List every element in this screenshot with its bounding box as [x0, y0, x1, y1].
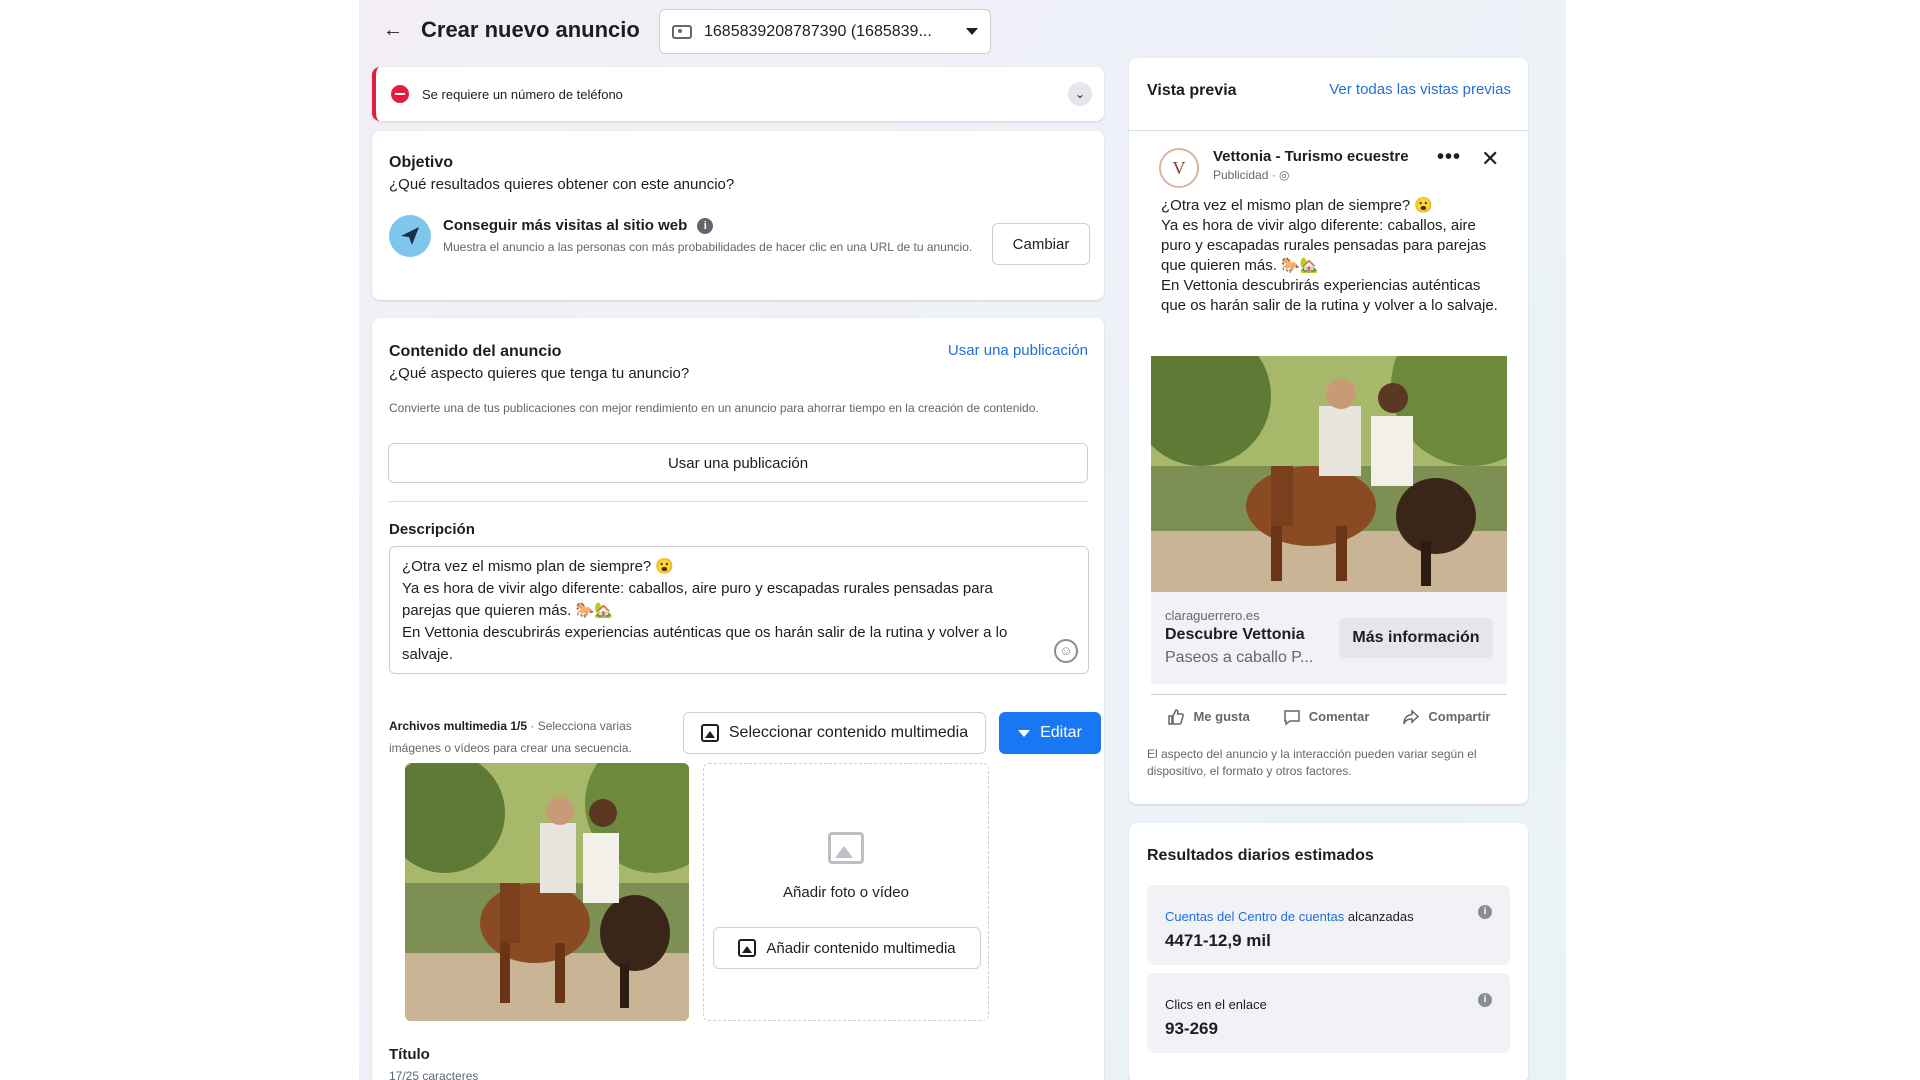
ad-account-selector[interactable]: 1685839208787390 (1685839...	[659, 9, 991, 54]
info-icon[interactable]: i	[1478, 905, 1492, 919]
ads-manager-app: ← Crear nuevo anuncio 1685839208787390 (…	[359, 0, 1566, 1080]
metric-label: Clics en el enlace	[1165, 997, 1267, 1012]
media-thumbnail[interactable]	[405, 763, 689, 1021]
page-title: Crear nuevo anuncio	[421, 17, 640, 42]
ad-content-card: Contenido del anuncio Usar una publicaci…	[372, 318, 1104, 1080]
description-line: Ya es hora de vivir algo diferente: caba…	[402, 580, 993, 597]
reach-metric: Cuentas del Centro de cuentas alcanzadas…	[1147, 885, 1510, 965]
results-heading: Resultados diarios estimados	[1147, 847, 1374, 864]
like-icon	[1168, 708, 1185, 725]
objective-option-label: Conseguir más visitas al sitio web	[443, 217, 688, 234]
metric-value: 93-269	[1165, 1019, 1218, 1038]
back-arrow-icon[interactable]: ←	[381, 18, 405, 42]
link-domain: claraguerrero.es	[1165, 608, 1260, 623]
title-label: Título	[389, 1046, 430, 1063]
description-line: ¿Otra vez el mismo plan de siempre? 😮	[402, 558, 675, 575]
like-button[interactable]: Me gusta	[1167, 708, 1250, 726]
ad-account-icon	[672, 24, 692, 39]
objective-option-description: Muestra el anuncio a las personas con má…	[443, 240, 973, 254]
link-description: Paseos a caballo P...	[1165, 649, 1314, 666]
objective-heading: Objetivo	[389, 154, 454, 171]
metric-label: Cuentas del Centro de cuentas alcanzadas	[1165, 909, 1414, 924]
link-clicks-metric: Clics en el enlace 93-269 i	[1147, 973, 1510, 1053]
alert-message: Se requiere un número de teléfono	[422, 87, 623, 102]
title-char-count: 17/25 caracteres	[389, 1069, 479, 1080]
metric-label-rest: Clics en el enlace	[1165, 997, 1267, 1012]
preview-heading: Vista previa	[1147, 82, 1237, 99]
ad-account-label: 1685839208787390 (1685839...	[704, 22, 932, 40]
add-photo-label: Añadir foto o vídeo	[783, 884, 909, 901]
photo-placeholder-icon	[828, 832, 864, 864]
ad-content-question: ¿Qué aspecto quieres que tenga tu anunci…	[389, 365, 690, 382]
header: ← Crear nuevo anuncio 1685839208787390 (…	[359, 0, 1566, 60]
description-line: salvaje.	[402, 646, 453, 663]
media-icon	[738, 939, 757, 957]
ad-content-heading: Contenido del anuncio	[389, 343, 562, 360]
divider	[389, 501, 1088, 502]
description-label: Descripción	[389, 521, 475, 538]
description-line: parejas que quieren más. 🐎🏡	[402, 602, 613, 619]
share-icon	[1403, 708, 1420, 724]
see-all-previews-link[interactable]: Ver todas las vistas previas	[1329, 81, 1511, 98]
media-count: Archivos multimedia 1/5	[389, 719, 528, 733]
add-media-button[interactable]: Añadir contenido multimedia	[713, 927, 981, 969]
sponsored-label: Publicidad · ◎	[1213, 168, 1290, 182]
post-actions: Me gusta Comentar Compartir	[1151, 694, 1507, 738]
info-icon[interactable]: i	[1478, 993, 1492, 1007]
metric-value: 4471-12,9 mil	[1165, 931, 1271, 950]
share-button[interactable]: Compartir	[1402, 708, 1491, 726]
emoji-icon[interactable]: ☺	[1054, 639, 1078, 663]
media-icon	[700, 724, 719, 742]
description-textarea[interactable]: ¿Otra vez el mismo plan de siempre? 😮 Ya…	[389, 546, 1089, 674]
change-objective-button[interactable]: Cambiar	[992, 223, 1090, 265]
preview-disclaimer: El aspecto del anuncio y la interacción …	[1147, 747, 1477, 778]
comment-label: Comentar	[1308, 709, 1370, 724]
post-image	[1151, 356, 1507, 592]
estimated-results-card: Resultados diarios estimados Cuentas del…	[1129, 823, 1528, 1080]
post-text-line: Ya es hora de vivir algo diferente: caba…	[1161, 217, 1487, 274]
caret-down-icon	[1018, 729, 1031, 737]
media-files-label: Archivos multimedia 1/5 · Selecciona var…	[389, 715, 669, 759]
use-post-button[interactable]: Usar una publicación	[388, 443, 1088, 483]
use-post-link[interactable]: Usar una publicación	[948, 342, 1088, 359]
more-icon[interactable]: •••	[1437, 146, 1461, 169]
preview-card: Vista previa Ver todas las vistas previa…	[1129, 58, 1528, 804]
post-text-line: En Vettonia descubrirás experiencias aut…	[1161, 277, 1498, 314]
caret-down-icon	[966, 28, 978, 35]
post-text-line: ¿Otra vez el mismo plan de siempre? 😮	[1161, 197, 1434, 214]
add-media-label: Añadir contenido multimedia	[766, 939, 956, 957]
learn-more-button[interactable]: Más información	[1339, 618, 1493, 658]
add-media-dropzone[interactable]: Añadir foto o vídeo Añadir contenido mul…	[703, 763, 989, 1021]
share-label: Compartir	[1428, 709, 1491, 724]
description-line: En Vettonia descubrirás experiencias aut…	[402, 624, 1008, 641]
select-media-label: Seleccionar contenido multimedia	[728, 724, 969, 741]
link-preview[interactable]: claraguerrero.es Descubre Vettonia Paseo…	[1151, 592, 1507, 684]
metric-label-rest: alcanzadas	[1344, 909, 1414, 924]
link-headline: Descubre Vettonia	[1165, 626, 1305, 643]
edit-label: Editar	[1040, 724, 1082, 741]
divider	[1129, 130, 1528, 131]
cursor-icon	[389, 215, 431, 257]
chevron-down-icon[interactable]: ⌄	[1068, 82, 1092, 106]
comment-button[interactable]: Comentar	[1283, 708, 1370, 726]
objective-card: Objetivo ¿Qué resultados quieres obtener…	[372, 131, 1104, 300]
accounts-center-link[interactable]: Cuentas del Centro de cuentas	[1165, 909, 1344, 924]
objective-option-title: Conseguir más visitas al sitio web i	[443, 217, 714, 234]
objective-question: ¿Qué resultados quieres obtener con este…	[389, 176, 735, 193]
info-icon[interactable]: i	[697, 217, 714, 234]
post-text: ¿Otra vez el mismo plan de siempre? 😮 Ya…	[1161, 196, 1501, 316]
error-icon	[391, 85, 409, 103]
page-avatar: V	[1159, 148, 1199, 188]
like-label: Me gusta	[1193, 709, 1250, 724]
comment-icon	[1284, 709, 1300, 725]
select-media-button[interactable]: Seleccionar contenido multimedia	[683, 712, 986, 754]
use-post-hint: Convierte una de tus publicaciones con m…	[389, 401, 1039, 415]
phone-required-alert: Se requiere un número de teléfono ⌄	[372, 67, 1104, 121]
page-name: Vettonia - Turismo ecuestre	[1213, 148, 1409, 165]
close-icon[interactable]: ✕	[1481, 146, 1499, 172]
edit-media-button[interactable]: Editar	[999, 712, 1101, 754]
